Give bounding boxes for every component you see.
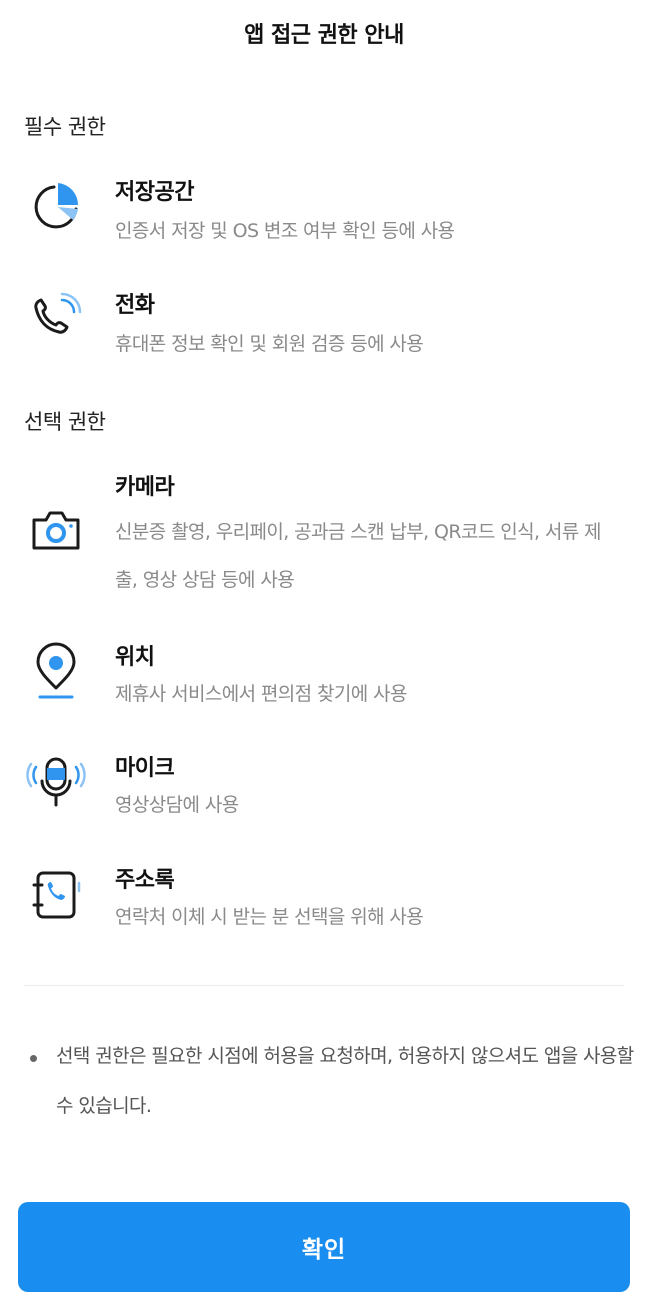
permission-description: 제휴사 서비스에서 편의점 찾기에 사용 xyxy=(115,683,407,705)
contacts-icon xyxy=(26,865,86,925)
note-text: 선택 권한은 필요한 시점에 허용을 요청하며, 허용하지 않으셔도 앱을 사용… xyxy=(56,1045,634,1117)
permission-name: 카메라 xyxy=(115,475,175,500)
section-divider xyxy=(24,985,624,986)
optional-permissions-heading: 선택 권한 xyxy=(24,410,106,434)
permission-description: 인증서 저장 및 OS 변조 여부 확인 등에 사용 xyxy=(115,220,455,242)
permission-name: 위치 xyxy=(115,645,155,670)
permission-description: 휴대폰 정보 확인 및 회원 검증 등에 사용 xyxy=(115,333,424,355)
microphone-icon xyxy=(26,753,86,813)
phone-icon xyxy=(26,290,86,350)
required-permissions-heading: 필수 권한 xyxy=(24,115,106,139)
page-title: 앱 접근 권한 안내 xyxy=(244,23,404,48)
location-pin-icon xyxy=(26,642,86,702)
permission-description: 신분증 촬영, 우리페이, 공과금 스캔 납부, QR코드 인식, 서류 제출,… xyxy=(115,521,602,591)
permission-description: 영상상담에 사용 xyxy=(115,794,239,816)
camera-icon xyxy=(26,500,86,560)
permission-description: 연락처 이체 시 받는 분 선택을 위해 사용 xyxy=(115,906,424,928)
storage-pie-icon xyxy=(26,175,86,235)
permission-name: 전화 xyxy=(115,293,155,318)
permission-name: 주소록 xyxy=(115,868,175,893)
confirm-button[interactable]: 확인 xyxy=(18,1202,630,1292)
permission-name: 저장공간 xyxy=(115,180,194,205)
bullet-dot xyxy=(30,1055,37,1062)
permission-name: 마이크 xyxy=(115,756,175,781)
permission-guide-screen: 앱 접근 권한 안내 필수 권한 저장공간 인증서 저장 및 OS 변조 여부 … xyxy=(0,0,648,1316)
